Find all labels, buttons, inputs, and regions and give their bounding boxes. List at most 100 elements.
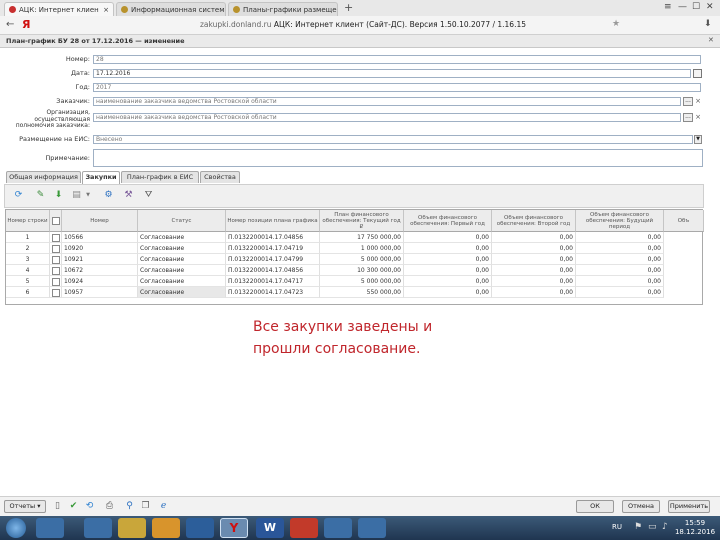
new-tab-button[interactable]: + (344, 1, 353, 14)
cancel-button[interactable]: Отмена (622, 500, 660, 513)
sign-icon[interactable]: ✔ (68, 501, 79, 512)
document-icon[interactable]: ▤ (71, 190, 82, 201)
customer-field[interactable]: наименование заказчика ведомства Ростовс… (93, 97, 681, 106)
taskbar-app-explorer-icon[interactable] (36, 518, 64, 538)
back-icon[interactable]: ← (6, 19, 14, 30)
cell-row-number: 6 (6, 287, 50, 298)
cell-plan-current-year: 5 000 000,00 (320, 254, 404, 265)
filter-icon[interactable]: ⛛ (143, 190, 154, 201)
customer-select-button[interactable]: ... (683, 97, 693, 106)
close-window-icon[interactable]: ✕ (706, 2, 714, 12)
flag-icon[interactable]: ⚑ (634, 522, 642, 532)
column-header-volume-extra[interactable]: Объ (664, 210, 704, 232)
column-header-select[interactable] (50, 210, 62, 232)
column-header-status[interactable]: Статус (138, 210, 226, 232)
cell-number: 10957 (62, 287, 138, 298)
link-icon[interactable]: ⚲ (124, 501, 135, 512)
browser-tab-3[interactable]: Планы-графики размещения (228, 2, 338, 16)
tab-properties[interactable]: Свойства (200, 171, 240, 183)
row-checkbox[interactable] (52, 255, 60, 264)
column-header-volume-first-year[interactable]: Объем финансового обеспечения: Первый го… (404, 210, 492, 232)
attachment-icon[interactable]: ▯ (52, 501, 63, 512)
tab-general-info[interactable]: Общая информация (6, 171, 81, 183)
table-row[interactable]: 2 10920 Согласование П.0132200014.17.04719 1… (6, 243, 702, 254)
taskbar-app-tools-icon[interactable] (84, 518, 112, 538)
refresh-icon[interactable]: ⟳ (13, 190, 24, 201)
edit-icon[interactable]: ✎ (35, 190, 46, 201)
table-row[interactable]: 1 10566 Согласование П.0132200014.17.04856 1… (6, 232, 702, 243)
column-header-row-number[interactable]: Номер строки (6, 210, 50, 232)
taskbar-app-media-icon[interactable] (152, 518, 180, 538)
settings-icon[interactable]: ⚙ (103, 190, 114, 201)
chevron-down-icon[interactable]: ▼ (85, 190, 91, 201)
url-field[interactable]: zakupki.donland.ru АЦК: Интернет клиент … (200, 19, 630, 31)
cell-plan-position: П.0132200014.17.04723 (226, 287, 320, 298)
taskbar-app-pdf-icon[interactable] (290, 518, 318, 538)
table-row[interactable]: 3 10921 Согласование П.0132200014.17.04799 5… (6, 254, 702, 265)
row-checkbox[interactable] (52, 233, 60, 242)
row-checkbox[interactable] (52, 266, 60, 275)
date-label: Дата: (70, 69, 90, 77)
tab-eis-schedule[interactable]: План-график в ЕИС (121, 171, 199, 183)
column-header-plan-position[interactable]: Номер позиции плана графика (226, 210, 320, 232)
eis-placement-select[interactable]: Внесено (93, 135, 693, 144)
cell-volume-second-year: 0,00 (492, 243, 576, 254)
browser-tab-1[interactable]: АЦК: Интернет клиен × (4, 2, 114, 16)
row-checkbox[interactable] (52, 244, 60, 253)
reports-button[interactable]: Отчеты ▾ (4, 500, 46, 513)
row-checkbox[interactable] (52, 277, 60, 286)
print-icon[interactable]: ⎙ (104, 501, 115, 512)
table-row[interactable]: 4 10672 Согласование П.0132200014.17.04856 1… (6, 265, 702, 276)
number-field[interactable]: 28 (93, 55, 701, 64)
organization-field[interactable]: наименование заказчика ведомства Ростовс… (93, 113, 681, 122)
column-header-number[interactable]: Номер (62, 210, 138, 232)
start-button-icon[interactable] (6, 518, 26, 538)
import-icon[interactable]: ⬇ (53, 190, 64, 201)
taskbar-app-yandex-icon[interactable]: Y (220, 518, 248, 538)
customer-clear-icon[interactable]: × (694, 97, 702, 106)
language-indicator[interactable]: RU (612, 523, 622, 531)
cell-number: 10920 (62, 243, 138, 254)
ie-icon[interactable]: ℯ (158, 501, 169, 512)
system-clock[interactable]: 15:59 18.12.2016 (674, 519, 716, 537)
table-row[interactable]: 5 10924 Согласование П.0132200014.17.04717 5… (6, 276, 702, 287)
calendar-icon[interactable] (693, 69, 702, 78)
chevron-down-icon[interactable]: ▼ (694, 135, 702, 144)
ok-button[interactable]: ОК (576, 500, 614, 513)
organization-clear-icon[interactable]: × (694, 113, 702, 122)
download-icon[interactable]: ⬇ (704, 19, 712, 29)
yandex-logo-icon[interactable]: Я (22, 18, 30, 31)
organization-select-button[interactable]: ... (683, 113, 693, 122)
windows-taskbar: Y W RU ⚑ ▭ ♪ 15:59 18.12.2016 (0, 516, 720, 540)
column-header-plan-current-year[interactable]: План финансового обеспечения: Текущий го… (320, 210, 404, 232)
copy-icon[interactable]: ❐ (140, 501, 151, 512)
cell-select (50, 276, 62, 287)
apply-button[interactable]: Применить (668, 500, 710, 513)
close-tab-icon[interactable]: × (103, 6, 109, 14)
taskbar-app-screen-icon[interactable] (358, 518, 386, 538)
history-icon[interactable]: ⟲ (84, 501, 95, 512)
select-all-checkbox[interactable] (51, 216, 60, 225)
bulk-edit-icon[interactable]: ⚒ (123, 190, 134, 201)
taskbar-app-window-icon[interactable] (324, 518, 352, 538)
network-icon[interactable]: ▭ (648, 522, 657, 532)
taskbar-app-network-icon[interactable] (186, 518, 214, 538)
menu-icon[interactable]: ≡ (664, 2, 672, 12)
volume-icon[interactable]: ♪ (662, 522, 668, 532)
close-document-icon[interactable]: ✕ (708, 36, 714, 44)
table-row[interactable]: 6 10957 Согласование П.0132200014.17.04723 5… (6, 287, 702, 298)
taskbar-app-word-icon[interactable]: W (256, 518, 284, 538)
tab-purchases[interactable]: Закупки (82, 171, 120, 184)
bookmark-star-icon[interactable]: ★ (612, 19, 620, 29)
minimize-icon[interactable]: — (678, 2, 687, 12)
row-checkbox[interactable] (52, 288, 60, 297)
cell-plan-current-year: 17 750 000,00 (320, 232, 404, 243)
note-field[interactable] (93, 149, 703, 167)
browser-tab-2[interactable]: Информационная система (116, 2, 226, 16)
maximize-icon[interactable]: ☐ (692, 2, 700, 12)
column-header-volume-second-year[interactable]: Объем финансового обеспечения: Второй го… (492, 210, 576, 232)
year-field[interactable]: 2017 (93, 83, 701, 92)
date-field[interactable]: 17.12.2016 (93, 69, 691, 78)
column-header-volume-future[interactable]: Объем финансового обеспечения: Будущий п… (576, 210, 664, 232)
taskbar-app-folder-icon[interactable] (118, 518, 146, 538)
